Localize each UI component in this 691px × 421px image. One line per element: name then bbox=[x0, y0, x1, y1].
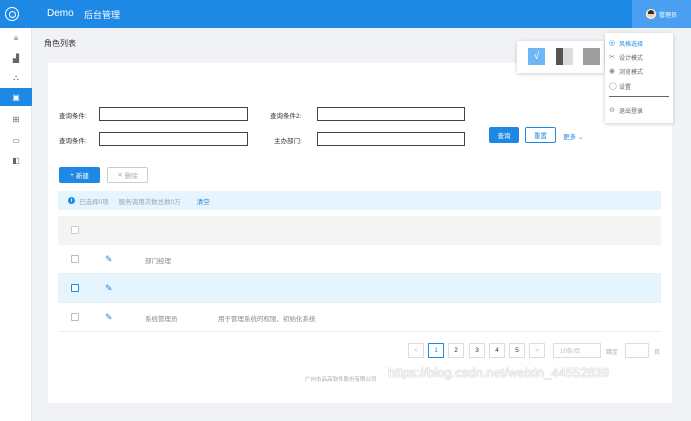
settings-icon: ◯ bbox=[609, 83, 617, 90]
role-name: 部门经理 bbox=[145, 258, 171, 265]
row-checkbox[interactable] bbox=[71, 284, 79, 292]
page-size-select[interactable]: 10条/页 bbox=[553, 343, 601, 358]
image-icon: ▣ bbox=[12, 92, 20, 102]
row-checkbox[interactable] bbox=[71, 313, 79, 321]
avatar bbox=[645, 9, 656, 19]
user-dropdown-menu: ◎ 风格选择 ✂ 设计模式 ◉ 浏览模式 ◯ 设置 ⊖ 退出登录 bbox=[605, 33, 673, 123]
reset-button[interactable]: 重置 bbox=[525, 127, 556, 143]
menu-item-browse-mode[interactable]: ◉ 浏览模式 bbox=[605, 65, 673, 77]
menu-item-settings[interactable]: ◯ 设置 bbox=[605, 80, 673, 92]
palette-icon: ◎ bbox=[609, 40, 616, 47]
role-name: 系统管理员 bbox=[145, 316, 178, 323]
menu-item-style[interactable]: ◎ 风格选择 bbox=[605, 37, 673, 49]
jump-label: 跳至 bbox=[606, 350, 619, 356]
info-icon: i bbox=[68, 197, 75, 204]
network-icon: ⛬ bbox=[13, 73, 19, 82]
select-all-checkbox[interactable] bbox=[71, 226, 79, 234]
menu-icon: ≡ bbox=[13, 33, 19, 43]
page-title: 角色列表 bbox=[44, 39, 76, 48]
user-name: 管理员 bbox=[658, 12, 677, 19]
filter-input-4[interactable] bbox=[317, 132, 465, 146]
selected-count: 已选择0项 bbox=[79, 198, 109, 206]
eye-icon: ◉ bbox=[609, 68, 616, 75]
check-icon: √ bbox=[533, 51, 540, 62]
menu-item-design-mode[interactable]: ✂ 设计模式 bbox=[605, 51, 673, 63]
plus-icon: + bbox=[70, 171, 74, 179]
filter-input-1[interactable] bbox=[99, 107, 248, 121]
menu-item-label: 浏览模式 bbox=[619, 69, 644, 76]
book-icon: ◧ bbox=[12, 155, 20, 165]
sidebar-item-grid[interactable]: ⊞ bbox=[0, 110, 32, 128]
logo-icon bbox=[5, 7, 19, 21]
top-bar: Demo 后台管理 管理员 bbox=[0, 0, 691, 28]
scissors-icon: ✂ bbox=[609, 54, 615, 61]
footer-copyright: 广州市品高软件股份有限公司 bbox=[305, 377, 377, 383]
page-5-button[interactable]: 5 bbox=[509, 343, 525, 358]
filter-label-3: 查询条件: bbox=[59, 138, 87, 145]
next-page-button[interactable]: > bbox=[529, 343, 545, 358]
user-menu-trigger[interactable]: 管理员 bbox=[632, 0, 691, 28]
menu-item-label: 设置 bbox=[619, 84, 632, 91]
menu-divider bbox=[609, 96, 669, 97]
clear-link[interactable]: 清空 bbox=[197, 196, 210, 206]
main-content: 角色列表 查询条件: 查询条件2: 查询条件: 主办部门: 查询 重置 更多 ⌄… bbox=[32, 28, 691, 421]
filter-label-1: 查询条件: bbox=[59, 113, 87, 120]
page-4-button[interactable]: 4 bbox=[489, 343, 505, 358]
jump-page-input[interactable] bbox=[625, 343, 649, 358]
sidebar: ≡ ▟ ⛬ ▣ ⊞ ▭ ◧ bbox=[0, 28, 32, 421]
pagination: < 1 2 3 4 5 > 10条/页 跳至 页 bbox=[48, 343, 672, 358]
grid-icon: ⊞ bbox=[12, 114, 20, 124]
watermark: https://blog.csdn.net/weixin_44552839 bbox=[388, 365, 610, 380]
page-unit-label: 页 bbox=[654, 350, 661, 356]
stats-text: 服务调用次数总数0万 bbox=[118, 198, 181, 206]
filter-label-2: 查询条件2: bbox=[270, 113, 302, 120]
menu-item-label: 风格选择 bbox=[619, 41, 644, 48]
logout-icon: ⊖ bbox=[609, 107, 615, 114]
brand-name: Demo bbox=[47, 8, 74, 19]
prev-page-button[interactable]: < bbox=[408, 343, 424, 358]
menu-item-label: 退出登录 bbox=[619, 108, 644, 115]
sidebar-item-image[interactable]: ▣ bbox=[0, 88, 32, 106]
new-button[interactable]: + 新建 bbox=[59, 167, 100, 183]
page-2-button[interactable]: 2 bbox=[448, 343, 464, 358]
table-row[interactable]: ✎ bbox=[58, 274, 661, 303]
theme-swatch-dark-light[interactable] bbox=[556, 48, 573, 65]
edit-icon[interactable]: ✎ bbox=[105, 254, 113, 265]
theme-picker: √ bbox=[517, 41, 604, 73]
menu-item-logout[interactable]: ⊖ 退出登录 bbox=[605, 104, 673, 116]
sidebar-item-book[interactable]: ◧ bbox=[0, 151, 32, 169]
filter-input-3[interactable] bbox=[99, 132, 248, 146]
list-card: 查询条件: 查询条件2: 查询条件: 主办部门: 查询 重置 更多 ⌄ + 新建… bbox=[48, 63, 672, 403]
table-row[interactable]: ✎ 系统管理员 用于管理系统的权限、初始化系统 bbox=[58, 303, 661, 332]
selection-alert: i 已选择0项 服务调用次数总数0万 清空 bbox=[58, 191, 661, 210]
more-label: 更多 bbox=[563, 134, 576, 141]
sidebar-item-monitor[interactable]: ▭ bbox=[0, 131, 32, 149]
delete-label: 删除 bbox=[124, 173, 138, 180]
theme-swatch-blue[interactable]: √ bbox=[528, 48, 545, 65]
new-label: 新建 bbox=[75, 173, 89, 180]
role-desc: 用于管理系统的权限、初始化系统 bbox=[218, 316, 316, 323]
chevron-down-icon: ⌄ bbox=[577, 134, 584, 141]
theme-swatch-gray[interactable] bbox=[583, 48, 600, 65]
close-icon: ✕ bbox=[117, 172, 123, 179]
chart-icon: ▟ bbox=[12, 53, 20, 63]
table-row[interactable]: ✎ 部门经理 bbox=[58, 245, 661, 274]
edit-icon[interactable]: ✎ bbox=[105, 283, 113, 294]
table-header bbox=[58, 216, 661, 245]
edit-icon[interactable]: ✎ bbox=[105, 312, 113, 323]
filter-input-2[interactable] bbox=[317, 107, 465, 121]
sidebar-item-chart[interactable]: ▟ bbox=[0, 49, 32, 67]
filter-label-4: 主办部门: bbox=[274, 138, 302, 145]
row-checkbox[interactable] bbox=[71, 255, 79, 263]
delete-button[interactable]: ✕ 删除 bbox=[107, 167, 148, 183]
more-button[interactable]: 更多 ⌄ bbox=[563, 131, 583, 141]
sidebar-item-network[interactable]: ⛬ bbox=[0, 69, 32, 87]
monitor-icon: ▭ bbox=[12, 135, 20, 145]
page-1-button[interactable]: 1 bbox=[428, 343, 444, 358]
menu-item-label: 设计模式 bbox=[619, 55, 644, 62]
sidebar-item-menu[interactable]: ≡ bbox=[0, 29, 32, 47]
app-title: 后台管理 bbox=[84, 10, 121, 20]
page-3-button[interactable]: 3 bbox=[469, 343, 485, 358]
search-button[interactable]: 查询 bbox=[489, 127, 519, 143]
